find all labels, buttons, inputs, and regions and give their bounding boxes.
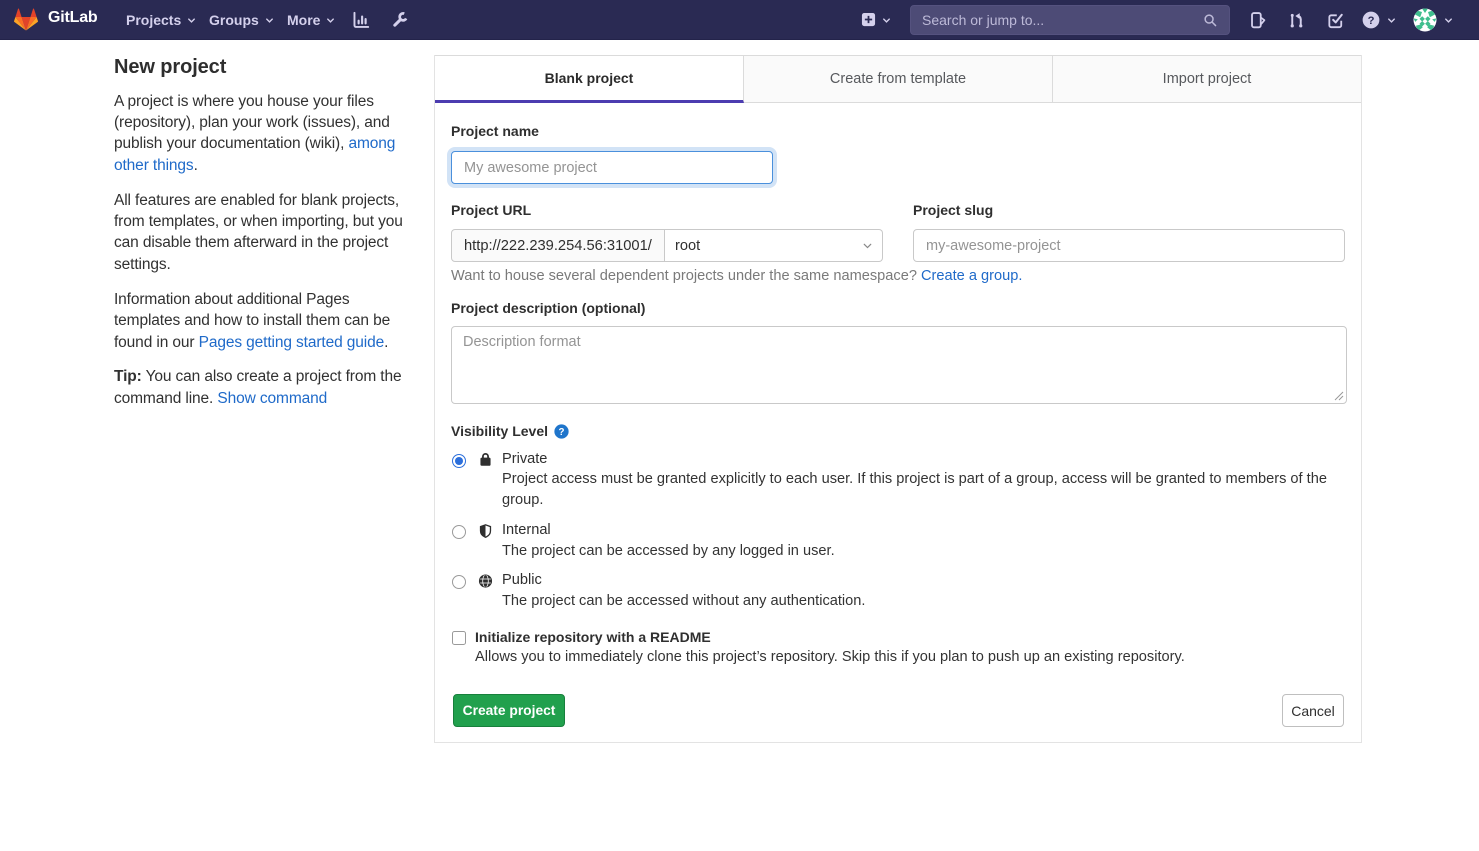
svg-text:?: ?: [558, 427, 564, 438]
svg-text:?: ?: [1368, 15, 1375, 27]
